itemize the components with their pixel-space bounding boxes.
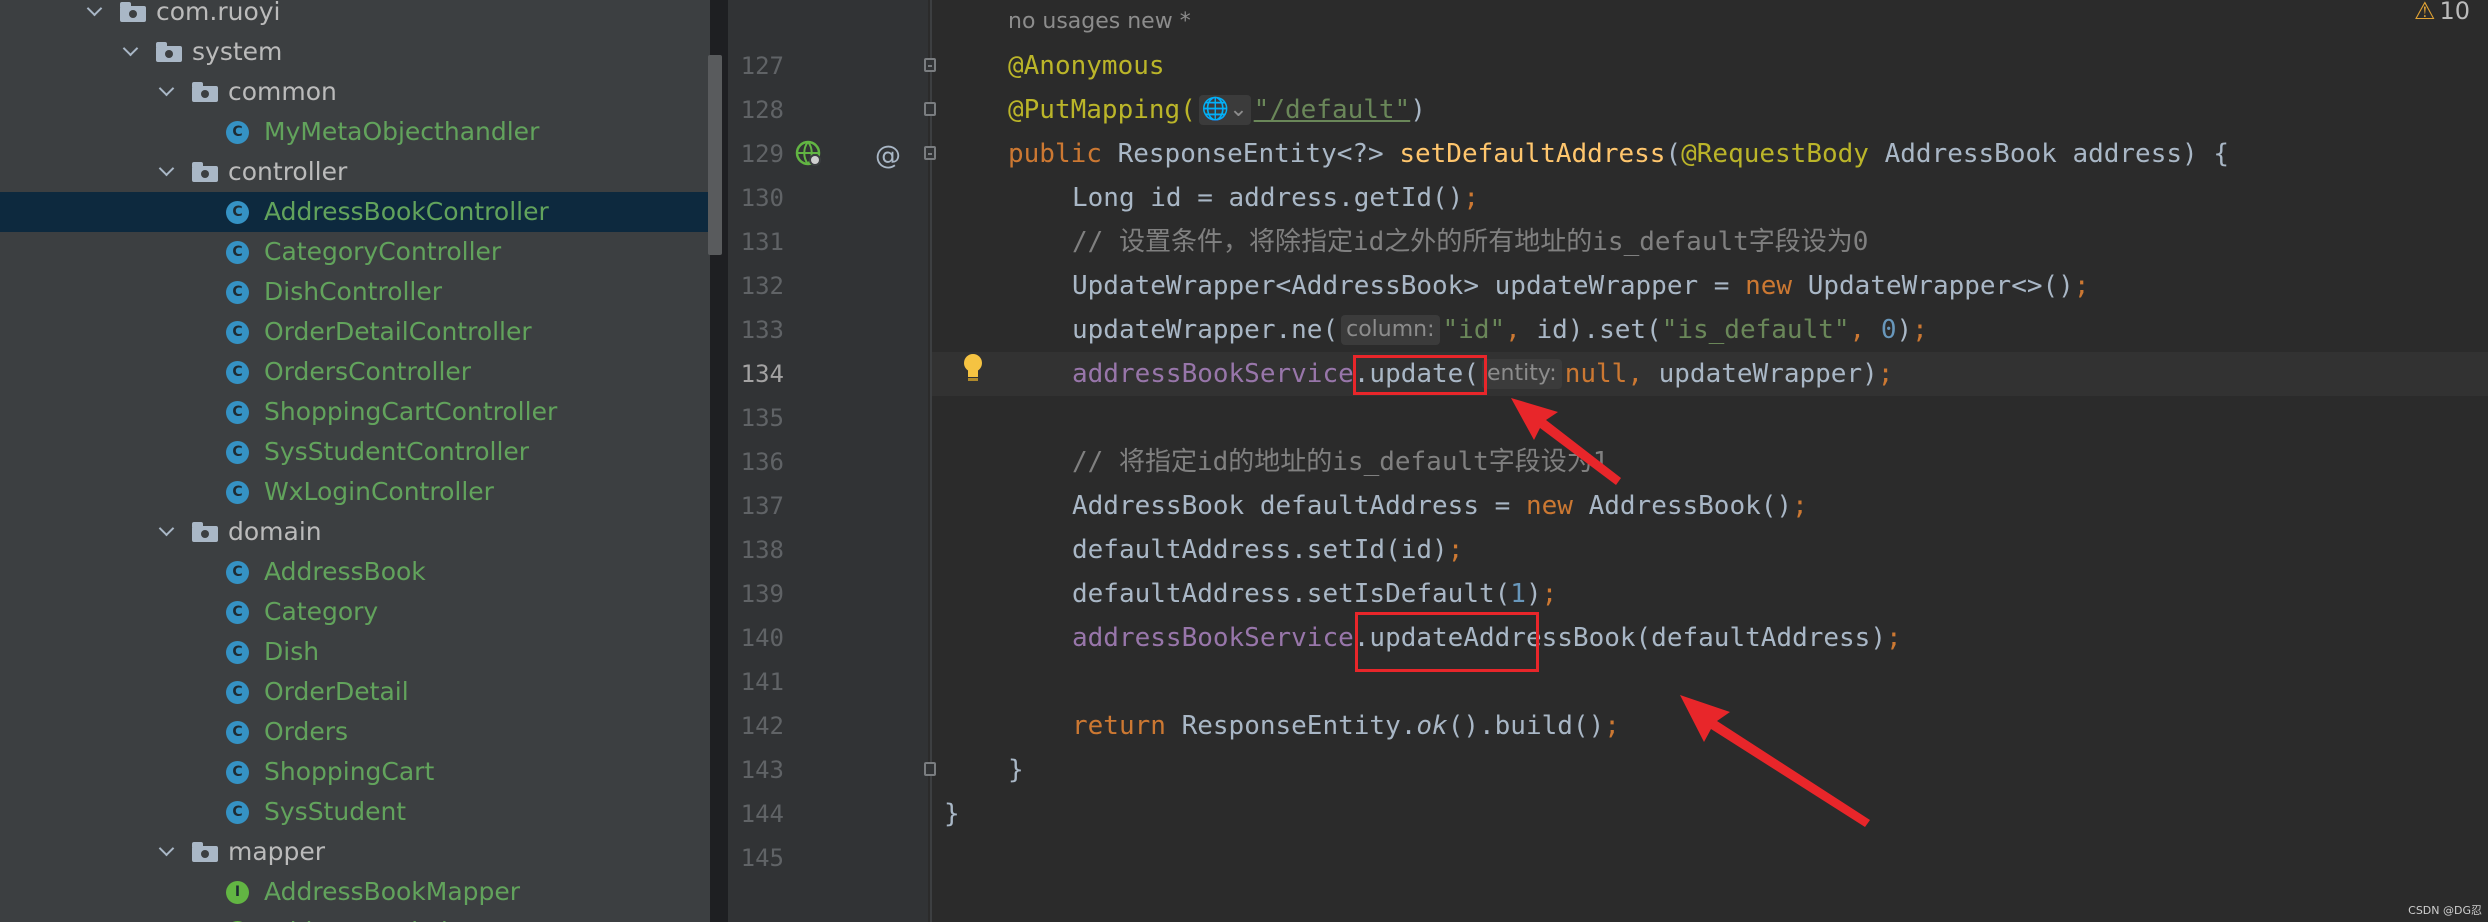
tree-item[interactable]: mapper bbox=[0, 832, 710, 872]
class-icon: C bbox=[226, 561, 249, 584]
tree-item[interactable]: controller bbox=[0, 152, 710, 192]
tree-item-label: MyMetaObjecthandler bbox=[264, 117, 540, 146]
tree-item[interactable]: C ShoppingCartController bbox=[0, 392, 710, 432]
tree-item-label: AddressBookPlusMapper bbox=[264, 912, 571, 922]
tree-item-label: ShoppingCart bbox=[264, 757, 435, 786]
tree-item-label: domain bbox=[228, 517, 322, 546]
package-folder-icon bbox=[192, 162, 218, 182]
class-icon: C bbox=[226, 441, 249, 464]
tree-item-label: Orders bbox=[264, 717, 349, 746]
class-icon: C bbox=[226, 481, 249, 504]
tree-item-label: com.ruoyi bbox=[156, 0, 281, 26]
tree-item[interactable]: system bbox=[0, 32, 710, 72]
package-folder-icon bbox=[120, 2, 146, 22]
package-folder-icon bbox=[156, 42, 182, 62]
tree-item-label: mapper bbox=[228, 837, 326, 866]
chevron-down-icon[interactable] bbox=[86, 0, 106, 32]
tree-item-label: AddressBookMapper bbox=[264, 877, 521, 906]
code-editor[interactable]: 127 128 129 130 131 132 133 134 135 136 137 138 139 1… bbox=[728, 0, 2488, 922]
tree-item[interactable]: C WxLoginController bbox=[0, 472, 710, 512]
tree-scrollbar[interactable] bbox=[708, 55, 722, 255]
tree-item[interactable]: domain bbox=[0, 512, 710, 552]
tree-item[interactable]: C DishController bbox=[0, 272, 710, 312]
watermark: CSDN @DG忍 bbox=[2408, 904, 2482, 917]
tree-item[interactable]: C Orders bbox=[0, 712, 710, 752]
tree-item-label: WxLoginController bbox=[264, 477, 494, 506]
package-folder-icon bbox=[192, 522, 218, 542]
package-folder-icon bbox=[192, 82, 218, 102]
tree-item[interactable]: C SysStudent bbox=[0, 792, 710, 832]
interface-icon: I bbox=[226, 881, 249, 904]
tree-item-label: AddressBook bbox=[264, 557, 426, 586]
package-folder-icon bbox=[192, 842, 218, 862]
tree-item[interactable]: C CategoryController bbox=[0, 232, 710, 272]
class-icon: C bbox=[226, 401, 249, 424]
tree-item-label: common bbox=[228, 77, 337, 106]
chevron-down-icon[interactable] bbox=[158, 512, 178, 552]
tree-item-label: DishController bbox=[264, 277, 443, 306]
tree-item[interactable]: C SysStudentController bbox=[0, 432, 710, 472]
tree-item-label: OrdersController bbox=[264, 357, 472, 386]
tree-item-label: Category bbox=[264, 597, 379, 626]
class-icon: C bbox=[226, 601, 249, 624]
tree-item-label: ShoppingCartController bbox=[264, 397, 558, 426]
tree-item-label: AddressBookController bbox=[264, 197, 549, 226]
tree-item-label: Dish bbox=[264, 637, 320, 666]
class-icon: C bbox=[226, 721, 249, 744]
tree-item-label: SysStudent bbox=[264, 797, 407, 826]
class-icon: C bbox=[226, 201, 249, 224]
tree-item-label: system bbox=[192, 37, 283, 66]
class-icon: C bbox=[226, 801, 249, 824]
tree-item[interactable]: com.ruoyi bbox=[0, 0, 710, 32]
tree-item-label: OrderDetail bbox=[264, 677, 409, 706]
tree-item[interactable]: C Dish bbox=[0, 632, 710, 672]
tree-item[interactable]: C Category bbox=[0, 592, 710, 632]
chevron-down-icon[interactable] bbox=[158, 832, 178, 872]
tree-item-label: controller bbox=[228, 157, 348, 186]
class-icon: C bbox=[226, 641, 249, 664]
tree-item-label: OrderDetailController bbox=[264, 317, 532, 346]
chevron-down-icon[interactable] bbox=[158, 152, 178, 192]
tree-item[interactable]: IAddressBookPlusMapper bbox=[0, 912, 710, 922]
tree-item[interactable]: common bbox=[0, 72, 710, 112]
chevron-down-icon[interactable] bbox=[158, 72, 178, 112]
tree-item[interactable]: I AddressBookMapper bbox=[0, 872, 710, 912]
arrow-to-update bbox=[1511, 398, 1621, 485]
class-icon: C bbox=[226, 281, 249, 304]
tree-item[interactable]: C OrdersController bbox=[0, 352, 710, 392]
tree-item[interactable]: C OrderDetailController bbox=[0, 312, 710, 352]
class-icon: C bbox=[226, 761, 249, 784]
tree-item[interactable]: C OrderDetail bbox=[0, 672, 710, 712]
annotation-arrows bbox=[1511, 398, 1870, 827]
tree-item-label: CategoryController bbox=[264, 237, 502, 266]
tree-item[interactable]: C ShoppingCart bbox=[0, 752, 710, 792]
tree-item-label: SysStudentController bbox=[264, 437, 530, 466]
class-icon: C bbox=[226, 121, 249, 144]
class-icon: C bbox=[226, 361, 249, 384]
class-icon: C bbox=[226, 241, 249, 264]
tree-item[interactable]: C MyMetaObjecthandler bbox=[0, 112, 710, 152]
project-tree[interactable]: com.ruoyi system common C MyMetaObjecthandle… bbox=[0, 0, 710, 922]
class-icon: C bbox=[226, 681, 249, 704]
tree-item[interactable]: C AddressBook bbox=[0, 552, 710, 592]
arrow-to-updateaddressbook bbox=[1680, 695, 1870, 827]
chevron-down-icon[interactable] bbox=[122, 32, 142, 72]
class-icon: C bbox=[226, 321, 249, 344]
tree-item[interactable]: C AddressBookController bbox=[0, 192, 710, 232]
